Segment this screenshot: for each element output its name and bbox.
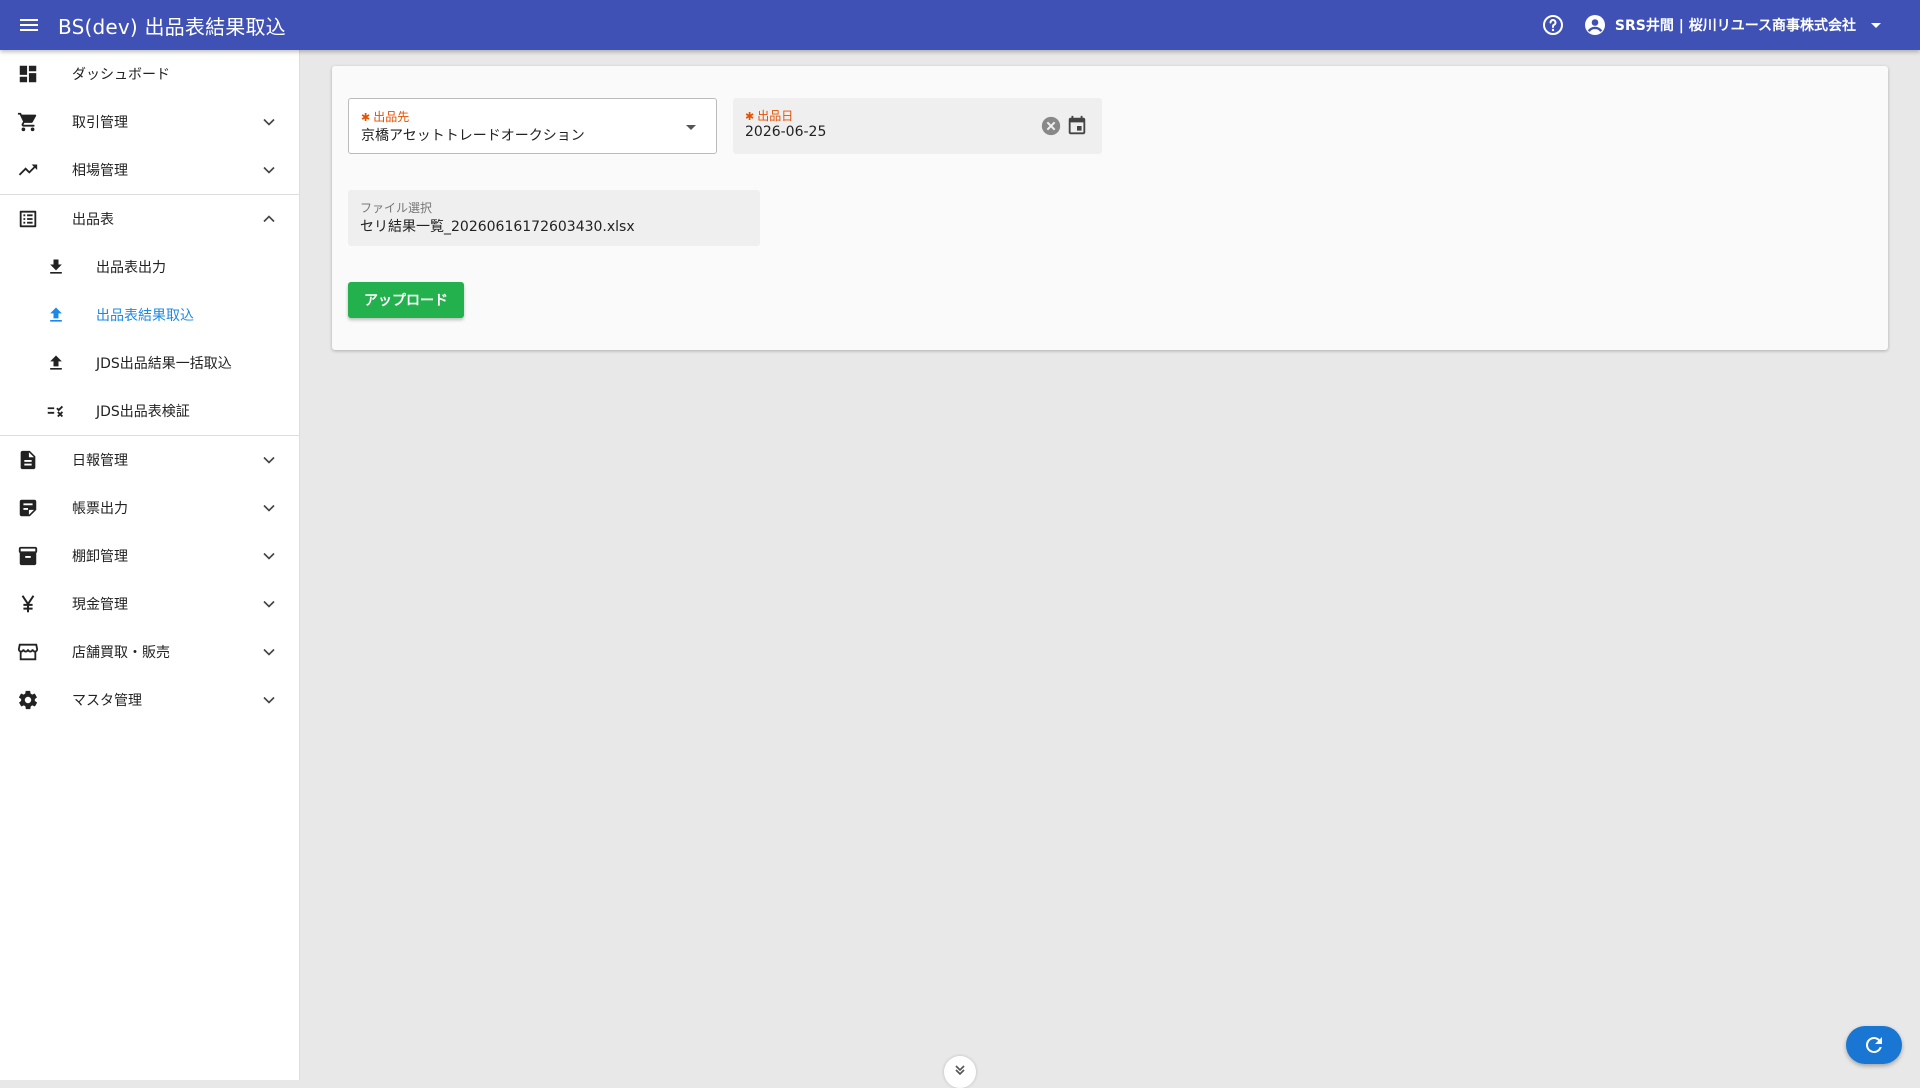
sidebar-item-store[interactable]: 店舗買取・販売 <box>0 628 299 676</box>
sidebar-item-market[interactable]: 相場管理 <box>0 146 299 194</box>
file-select-value: セリ結果一覧_20260616172603430.xlsx <box>360 219 635 235</box>
sidebar-item-transactions[interactable]: 取引管理 <box>0 98 299 146</box>
sidebar-item-label: 出品表出力 <box>96 260 166 276</box>
help-button[interactable] <box>1535 7 1571 43</box>
destination-value: 京橋アセットトレードオークション <box>361 128 585 144</box>
sticky-note-icon <box>16 496 40 520</box>
listing-date-label-text: 出品日 <box>757 109 794 123</box>
chevron-up-icon <box>257 207 281 231</box>
sidebar-subitem-listing-export[interactable]: 出品表出力 <box>0 243 299 291</box>
menu-icon <box>20 19 38 31</box>
refresh-icon <box>1865 1036 1882 1053</box>
trending-up-icon <box>16 158 40 182</box>
calendar-icon[interactable] <box>1065 114 1089 138</box>
list-alt-icon <box>16 207 40 231</box>
sidebar-item-report-output[interactable]: 帳票出力 <box>0 484 299 532</box>
upload-icon <box>44 303 68 327</box>
chevron-down-icon <box>257 496 281 520</box>
chevron-down-icon <box>257 448 281 472</box>
listing-date-label: ✱ 出品日 <box>745 107 793 124</box>
sidebar-item-label: JDS出品結果一括取込 <box>96 356 232 372</box>
sidebar-subitem-listing-result-import[interactable]: 出品表結果取込 <box>0 291 299 339</box>
sidebar-item-dashboard[interactable]: ダッシュボード <box>0 50 299 98</box>
arrow-drop-down-icon[interactable] <box>679 115 703 139</box>
upload-icon <box>44 351 68 375</box>
chevron-down-icon <box>955 1065 965 1076</box>
clear-icon[interactable] <box>1039 114 1063 138</box>
chevron-down-icon <box>257 110 281 134</box>
sidebar-subitem-jds-bulk-import[interactable]: JDS出品結果一括取込 <box>0 339 299 387</box>
gear-icon <box>16 688 40 712</box>
chevron-down-icon <box>257 592 281 616</box>
sidebar-item-label: 棚卸管理 <box>72 549 128 565</box>
description-icon <box>16 448 40 472</box>
sidebar-item-label: 出品表結果取込 <box>96 308 194 324</box>
sidebar-item-listing[interactable]: 出品表 <box>0 195 299 243</box>
archive-icon <box>16 544 40 568</box>
yen-icon <box>16 592 40 616</box>
download-icon <box>44 255 68 279</box>
app-title: BS(dev) 出品表結果取込 <box>58 14 286 39</box>
destination-label-text: 出品先 <box>373 110 410 124</box>
chevron-down-icon <box>257 640 281 664</box>
sidebar-item-label: 出品表 <box>72 212 114 228</box>
file-select-field[interactable]: ファイル選択 セリ結果一覧_20260616172603430.xlsx <box>348 190 760 246</box>
scroll-down-button[interactable] <box>944 1056 976 1088</box>
sidebar-item-label: 取引管理 <box>72 115 128 131</box>
sidebar-item-label: 日報管理 <box>72 453 128 469</box>
app-bar: BS(dev) 出品表結果取込 SRS井間 | 桜川リユース商事株式会社 <box>0 0 1920 50</box>
import-form-card: ✱ 出品先 京橋アセットトレードオークション ✱ 出品日 2026-06-25 ファ… <box>332 66 1888 350</box>
user-name: SRS井間 | 桜川リユース商事株式会社 <box>1614 18 1856 34</box>
account-circle-icon <box>1584 15 1605 35</box>
refresh-button[interactable] <box>1846 1026 1902 1064</box>
sidebar-subitem-jds-validation[interactable]: JDS出品表検証 <box>0 387 299 435</box>
destination-label: ✱ 出品先 <box>361 108 409 125</box>
menu-button[interactable] <box>0 0 58 50</box>
destination-select[interactable]: ✱ 出品先 京橋アセットトレードオークション <box>348 98 717 154</box>
sidebar-item-label: 相場管理 <box>72 163 128 179</box>
shopping-cart-icon <box>16 110 40 134</box>
storefront-icon <box>16 640 40 664</box>
user-menu-button[interactable]: SRS井間 | 桜川リユース商事株式会社 <box>1583 13 1888 37</box>
sidebar-item-label: マスタ管理 <box>72 693 142 709</box>
chevron-down-icon <box>257 544 281 568</box>
sidebar-item-label: JDS出品表検証 <box>96 404 190 420</box>
sidebar-item-label: 店舗買取・販売 <box>72 645 170 661</box>
listing-date-value: 2026-06-25 <box>745 124 827 140</box>
sidebar: ダッシュボード 取引管理 相場管理 出品表 出品表出力 出品表結果取込 JDS出… <box>0 50 300 1080</box>
upload-button[interactable]: アップロード <box>348 282 464 318</box>
listing-date-field[interactable]: ✱ 出品日 2026-06-25 <box>733 98 1102 154</box>
sidebar-item-label: 現金管理 <box>72 597 128 613</box>
sidebar-item-cash[interactable]: 現金管理 <box>0 580 299 628</box>
chevron-down-icon <box>257 688 281 712</box>
help-icon <box>1542 15 1563 35</box>
required-mark: ✱ <box>361 111 371 124</box>
file-select-label: ファイル選択 <box>360 201 433 215</box>
sidebar-item-label: ダッシュボード <box>72 67 170 83</box>
dashboard-icon <box>16 62 40 86</box>
sidebar-item-master[interactable]: マスタ管理 <box>0 676 299 724</box>
required-mark: ✱ <box>745 110 755 123</box>
checklist-icon <box>44 399 68 423</box>
arrow-drop-down-icon <box>1871 23 1881 28</box>
sidebar-item-daily-report[interactable]: 日報管理 <box>0 436 299 484</box>
sidebar-item-inventory[interactable]: 棚卸管理 <box>0 532 299 580</box>
sidebar-item-label: 帳票出力 <box>72 501 128 517</box>
chevron-down-icon <box>257 158 281 182</box>
